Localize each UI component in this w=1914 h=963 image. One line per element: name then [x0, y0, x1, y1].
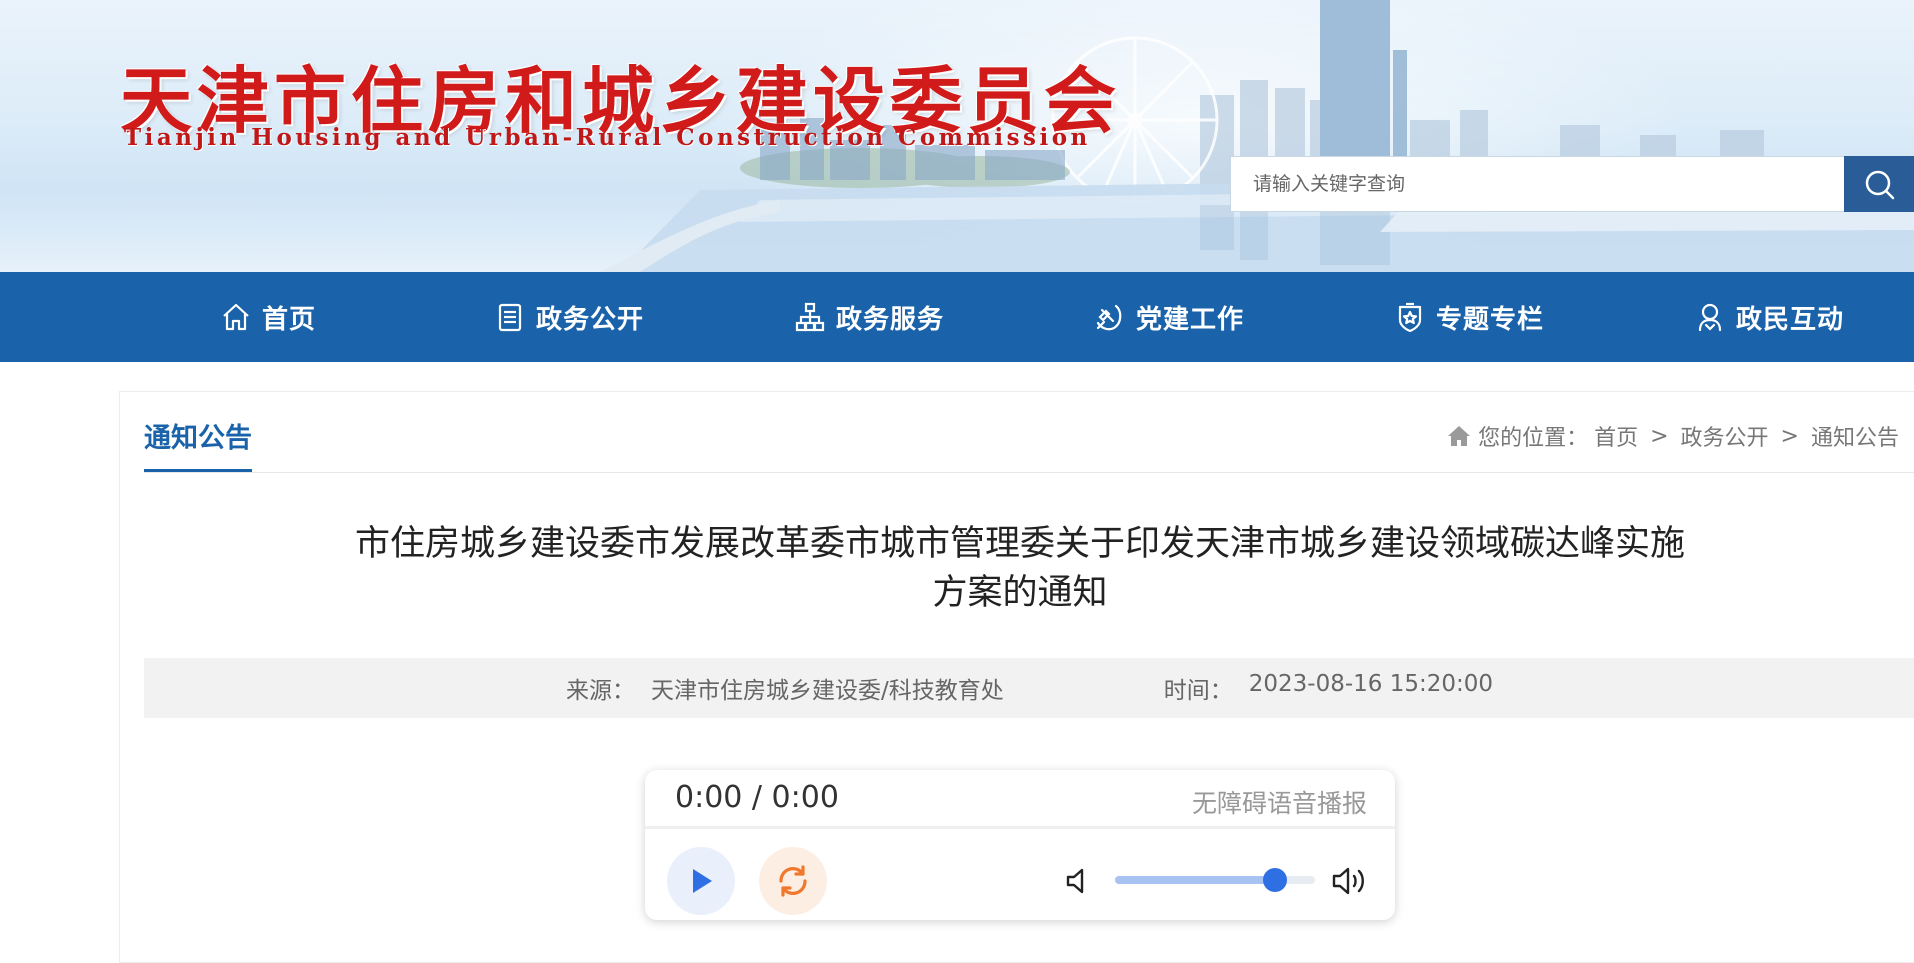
volume-high-icon[interactable]: [1331, 864, 1369, 898]
player-header: 0:00 / 0:00 无障碍语音播报: [645, 770, 1395, 829]
volume-low-icon[interactable]: [1063, 866, 1093, 896]
nav-label-party-building: 党建工作: [1136, 304, 1245, 335]
breadcrumb: 您的位置： 首页 > 政务公开 > 通知公告: [1446, 420, 1899, 452]
time-label: 时间：: [1163, 678, 1233, 704]
loop-icon: [779, 865, 807, 897]
search-input[interactable]: [1230, 156, 1844, 212]
source-label: 来源：: [565, 678, 635, 704]
article-title-line-2: 方案的通知: [932, 573, 1108, 613]
nav-label-home: 首页: [262, 304, 317, 335]
source-value: 天津市住房城乡建设委/科技教育处: [650, 678, 1004, 704]
nav-item-home[interactable]: 首页: [220, 272, 316, 362]
search-button[interactable]: [1844, 156, 1914, 212]
loop-button[interactable]: [759, 847, 827, 915]
nav-item-government-services[interactable]: 政务服务: [794, 272, 944, 362]
volume-handle[interactable]: [1263, 868, 1287, 892]
volume-slider[interactable]: [1115, 868, 1315, 892]
nav-label-public-interaction: 政民互动: [1736, 304, 1845, 335]
audio-player: 0:00 / 0:00 无障碍语音播报: [645, 770, 1395, 920]
org-chart-icon: [794, 301, 826, 333]
user-icon: [1694, 301, 1726, 333]
time-display: 0:00 / 0:00: [675, 780, 839, 815]
home-icon: [220, 301, 252, 333]
nav-label-special-topics: 专题专栏: [1436, 304, 1545, 335]
nav-label-government-services: 政务服务: [836, 304, 945, 335]
volume-fill: [1115, 876, 1275, 884]
search-icon: [1865, 170, 1895, 200]
play-button[interactable]: [667, 847, 735, 915]
breadcrumb-link-government-affairs[interactable]: 政务公开: [1681, 420, 1769, 452]
breadcrumb-separator: >: [1650, 423, 1669, 449]
article-meta-bar: 来源： 天津市住房城乡建设委/科技教育处 时间： 2023-08-16 15:2…: [144, 658, 1914, 718]
nav-label-government-affairs: 政务公开: [536, 304, 645, 335]
article-source: 来源： 天津市住房城乡建设委/科技教育处: [566, 671, 1004, 705]
breadcrumb-link-notices[interactable]: 通知公告: [1811, 420, 1899, 452]
breadcrumb-link-home[interactable]: 首页: [1594, 420, 1638, 452]
play-icon: [693, 869, 712, 893]
nav-item-party-building[interactable]: 党建工作: [1094, 272, 1244, 362]
accessibility-audio-label: 无障碍语音播报: [1191, 789, 1367, 818]
section-title-tab[interactable]: 通知公告: [144, 416, 252, 473]
article-title: 市住房城乡建设委市发展改革委市城市管理委关于印发天津市城乡建设领域碳达峰实施 方…: [310, 520, 1730, 618]
main-navigation: 首页 政务公开 政务服务 党建工作 专题专栏 政民互动: [0, 272, 1914, 362]
site-logo-english: Tianjin Housing and Urban-Rural Construc…: [124, 124, 1091, 151]
breadcrumb-prefix: 您的位置：: [1478, 426, 1589, 451]
header-banner: 天津市住房和城乡建设委员会 Tianjin Housing and Urban-…: [0, 0, 1914, 272]
article-time: 时间： 2023-08-16 15:20:00: [1164, 671, 1493, 705]
nav-item-government-affairs[interactable]: 政务公开: [494, 272, 644, 362]
nav-item-special-topics[interactable]: 专题专栏: [1394, 272, 1544, 362]
home-icon: [1448, 426, 1471, 446]
article-title-line-1: 市住房城乡建设委市发展改革委市城市管理委关于印发天津市城乡建设领域碳达峰实施: [354, 524, 1685, 564]
breadcrumb-separator: >: [1780, 423, 1799, 449]
section-divider: [144, 472, 1914, 473]
search-bar: [1230, 156, 1914, 214]
nav-item-public-interaction[interactable]: 政民互动: [1694, 272, 1844, 362]
document-icon: [494, 301, 526, 333]
time-value: 2023-08-16 15:20:00: [1248, 671, 1494, 697]
party-emblem-icon: [1094, 301, 1126, 333]
star-shield-icon: [1394, 301, 1426, 333]
